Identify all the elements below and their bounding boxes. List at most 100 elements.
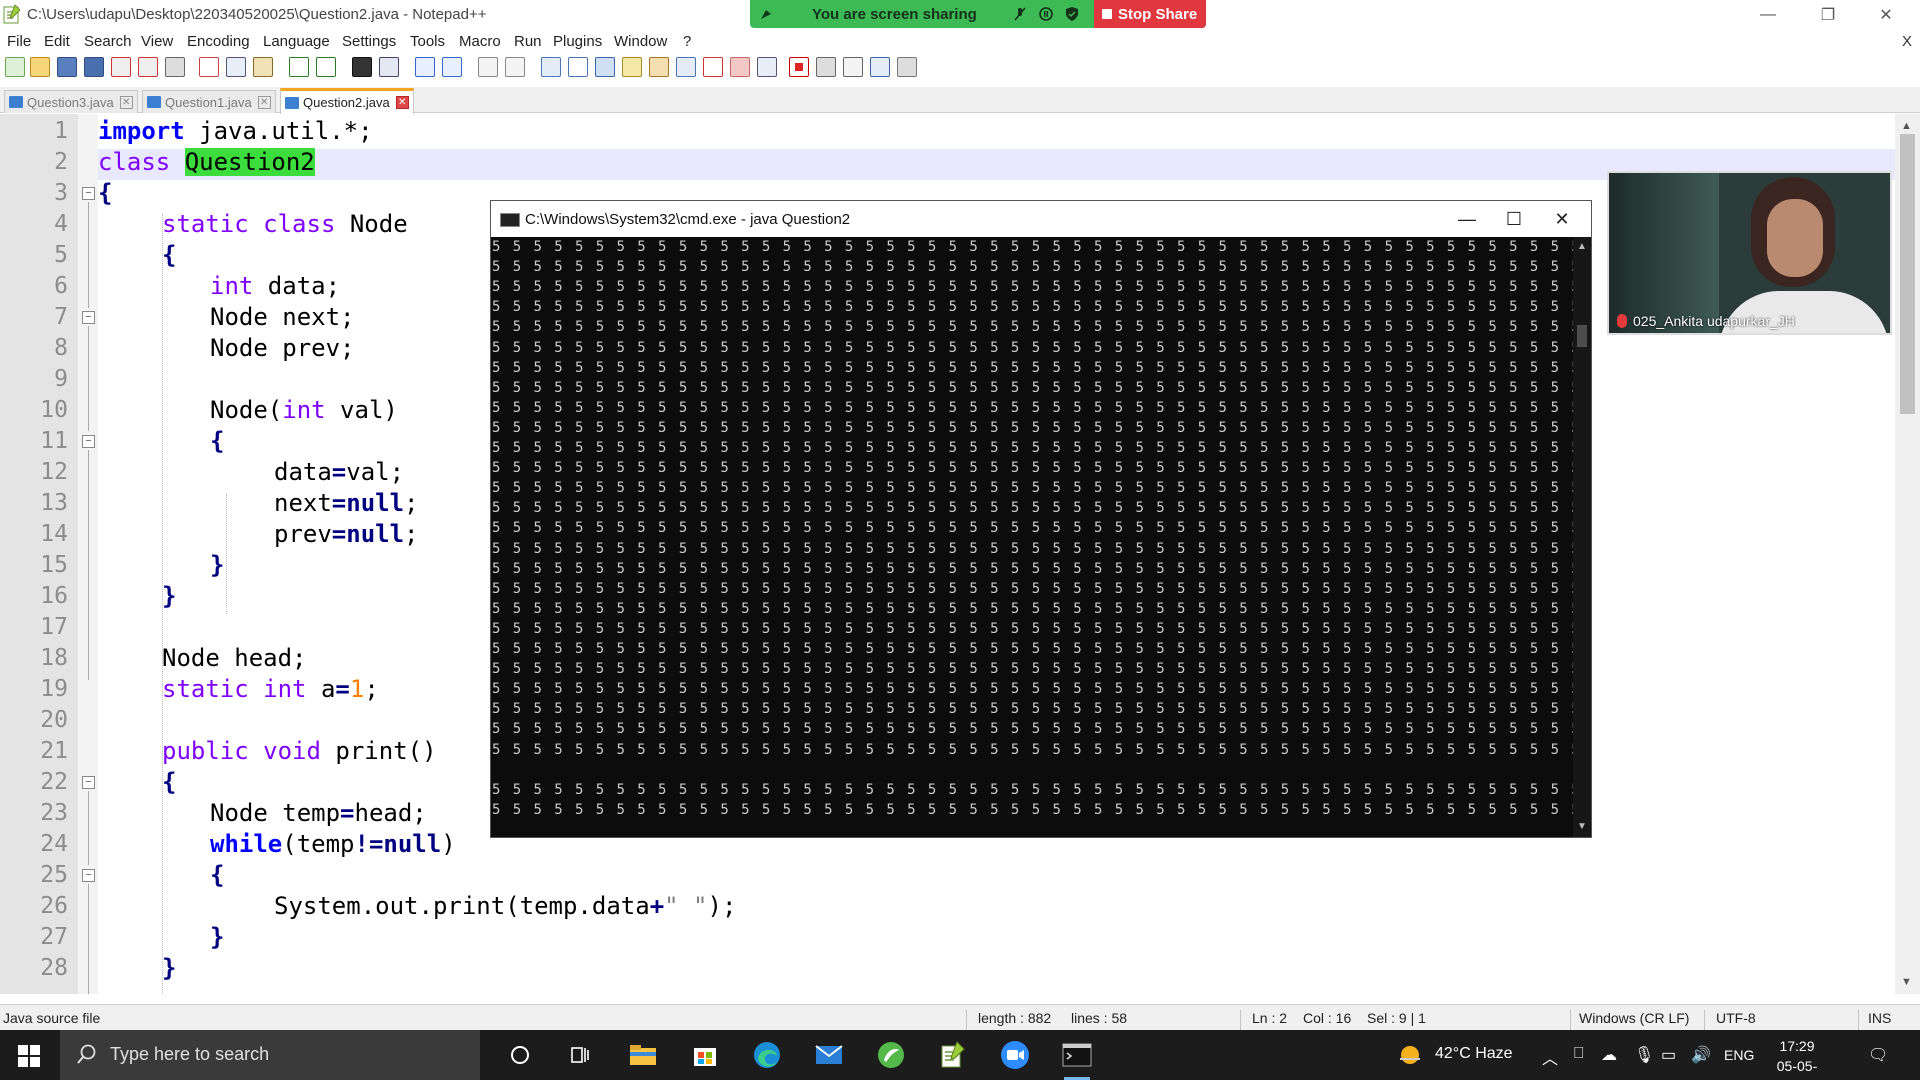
record-macro-icon[interactable] xyxy=(789,57,809,77)
menu-macro[interactable]: Macro xyxy=(459,33,501,50)
menu-help[interactable]: ? xyxy=(683,33,691,50)
zoom-app-icon[interactable] xyxy=(998,1038,1032,1072)
battery-icon[interactable]: ▭ xyxy=(1661,1045,1676,1065)
editor-vertical-scrollbar[interactable]: ▲ ▼ xyxy=(1895,114,1920,994)
fold-toggle-icon[interactable]: − xyxy=(82,869,95,882)
menu-view[interactable]: View xyxy=(141,33,173,50)
zoom-out-icon[interactable] xyxy=(442,57,462,77)
scroll-down-arrow-icon[interactable]: ▼ xyxy=(1577,821,1587,832)
sync-vertical-icon[interactable] xyxy=(478,57,498,77)
task-view-icon[interactable] xyxy=(563,1038,597,1072)
fold-toggle-icon[interactable]: − xyxy=(82,311,95,324)
open-file-icon[interactable] xyxy=(30,57,50,77)
folder-workspace-icon[interactable] xyxy=(703,57,723,77)
fold-toggle-icon[interactable]: − xyxy=(82,776,95,789)
scrollbar-thumb[interactable] xyxy=(1900,134,1915,414)
volume-icon[interactable]: 🔊 xyxy=(1691,1045,1711,1065)
indent-guide-icon[interactable] xyxy=(595,57,615,77)
cmd-title-bar[interactable]: C:\Windows\System32\cmd.exe - java Quest… xyxy=(491,201,1591,237)
menu-window[interactable]: Window xyxy=(614,33,667,50)
user-language-icon[interactable] xyxy=(622,57,642,77)
security-shield-icon[interactable] xyxy=(1064,6,1080,22)
scroll-down-arrow-icon[interactable]: ▼ xyxy=(1901,976,1912,988)
word-wrap-icon[interactable] xyxy=(541,57,561,77)
cmd-maximize-button[interactable]: ☐ xyxy=(1491,205,1537,233)
menu-edit[interactable]: Edit xyxy=(44,33,70,50)
tab-close-icon[interactable]: ✕ xyxy=(119,95,133,109)
notifications-icon[interactable]: 🗨 xyxy=(1868,1045,1888,1065)
input-language[interactable]: ENG xyxy=(1724,1047,1754,1063)
minimize-button[interactable]: — xyxy=(1740,0,1796,30)
monitoring-icon[interactable] xyxy=(757,57,777,77)
new-file-icon[interactable] xyxy=(5,57,25,77)
zoom-in-icon[interactable] xyxy=(415,57,435,77)
cmd-window[interactable]: C:\Windows\System32\cmd.exe - java Quest… xyxy=(490,200,1592,838)
tab-question3[interactable]: Question3.java ✕ xyxy=(4,90,138,113)
close-button[interactable]: ✕ xyxy=(1858,0,1914,30)
scroll-up-arrow-icon[interactable]: ▲ xyxy=(1577,241,1587,252)
microsoft-store-icon[interactable] xyxy=(688,1038,722,1072)
fold-toggle-icon[interactable]: − xyxy=(82,435,95,448)
weather-text[interactable]: 42°C Haze xyxy=(1435,1045,1513,1063)
cmd-taskbar-icon[interactable] xyxy=(1060,1038,1094,1080)
save-all-icon[interactable] xyxy=(84,57,104,77)
function-list-icon[interactable] xyxy=(676,57,696,77)
run-macro-multiple-icon[interactable] xyxy=(870,57,890,77)
cut-icon[interactable] xyxy=(199,57,219,77)
participant-video-tile[interactable]: 025_Ankita udapurkar_JH xyxy=(1607,171,1892,335)
replace-icon[interactable] xyxy=(379,57,399,77)
doc-switcher-icon[interactable] xyxy=(730,57,750,77)
paste-icon[interactable] xyxy=(253,57,273,77)
cmd-minimize-button[interactable]: — xyxy=(1444,205,1490,233)
show-hidden-icons-icon[interactable]: ︿ xyxy=(1542,1045,1558,1069)
chat-app-icon[interactable] xyxy=(874,1038,908,1072)
menu-search[interactable]: Search xyxy=(84,33,132,50)
tab-close-icon[interactable]: ✕ xyxy=(395,96,409,109)
notepadpp-taskbar-icon[interactable] xyxy=(936,1038,970,1072)
scroll-up-arrow-icon[interactable]: ▲ xyxy=(1901,120,1912,132)
cmd-close-button[interactable]: ✕ xyxy=(1539,205,1585,233)
tab-question2[interactable]: Question2.java ✕ xyxy=(280,88,414,114)
menu-settings[interactable]: Settings xyxy=(342,33,396,50)
cortana-icon[interactable] xyxy=(503,1038,537,1072)
menu-run[interactable]: Run xyxy=(514,33,542,50)
tab-question1[interactable]: Question1.java ✕ xyxy=(142,90,276,113)
cmd-scrollbar-thumb[interactable] xyxy=(1577,325,1587,347)
save-macro-icon[interactable] xyxy=(897,57,917,77)
microphone-icon[interactable]: 🎙 xyxy=(1634,1045,1654,1065)
sync-horizontal-icon[interactable] xyxy=(505,57,525,77)
pause-share-icon[interactable] xyxy=(1038,6,1054,22)
windows-start-icon[interactable] xyxy=(18,1045,40,1067)
tab-close-icon[interactable]: ✕ xyxy=(257,95,271,109)
close-all-icon[interactable] xyxy=(138,57,158,77)
stop-macro-icon[interactable] xyxy=(816,57,836,77)
doc-map-icon[interactable] xyxy=(649,57,669,77)
undo-icon[interactable] xyxy=(289,57,309,77)
status-mode[interactable]: INS xyxy=(1868,1010,1891,1026)
menu-file[interactable]: File xyxy=(7,33,31,50)
show-all-chars-icon[interactable] xyxy=(568,57,588,77)
play-macro-icon[interactable] xyxy=(843,57,863,77)
redo-icon[interactable] xyxy=(316,57,336,77)
close-document-button[interactable]: X xyxy=(1902,33,1912,50)
status-eol[interactable]: Windows (CR LF) xyxy=(1579,1010,1689,1026)
cmd-scrollbar[interactable]: ▲ ▼ xyxy=(1573,237,1591,837)
restore-button[interactable]: ❐ xyxy=(1800,0,1856,30)
menu-encoding[interactable]: Encoding xyxy=(187,33,250,50)
close-file-icon[interactable] xyxy=(111,57,131,77)
taskbar-search-box[interactable]: Type here to search xyxy=(60,1030,480,1080)
save-icon[interactable] xyxy=(57,57,77,77)
find-icon[interactable] xyxy=(352,57,372,77)
meet-now-icon[interactable]: ⎕ xyxy=(1574,1045,1584,1063)
fold-toggle-icon[interactable]: − xyxy=(82,187,95,200)
taskbar-clock[interactable]: 17:29 05-05-2022 xyxy=(1762,1036,1832,1080)
menu-language[interactable]: Language xyxy=(263,33,330,50)
print-icon[interactable] xyxy=(165,57,185,77)
weather-icon[interactable] xyxy=(1398,1043,1422,1072)
copy-icon[interactable] xyxy=(226,57,246,77)
onedrive-cloud-icon[interactable]: ☁ xyxy=(1601,1045,1617,1065)
menu-plugins[interactable]: Plugins xyxy=(553,33,602,50)
file-explorer-icon[interactable] xyxy=(626,1038,660,1072)
mail-icon[interactable] xyxy=(812,1038,846,1072)
cmd-output[interactable]: 5 5 5 5 5 5 5 5 5 5 5 5 5 5 5 5 5 5 5 5 … xyxy=(491,237,1576,837)
